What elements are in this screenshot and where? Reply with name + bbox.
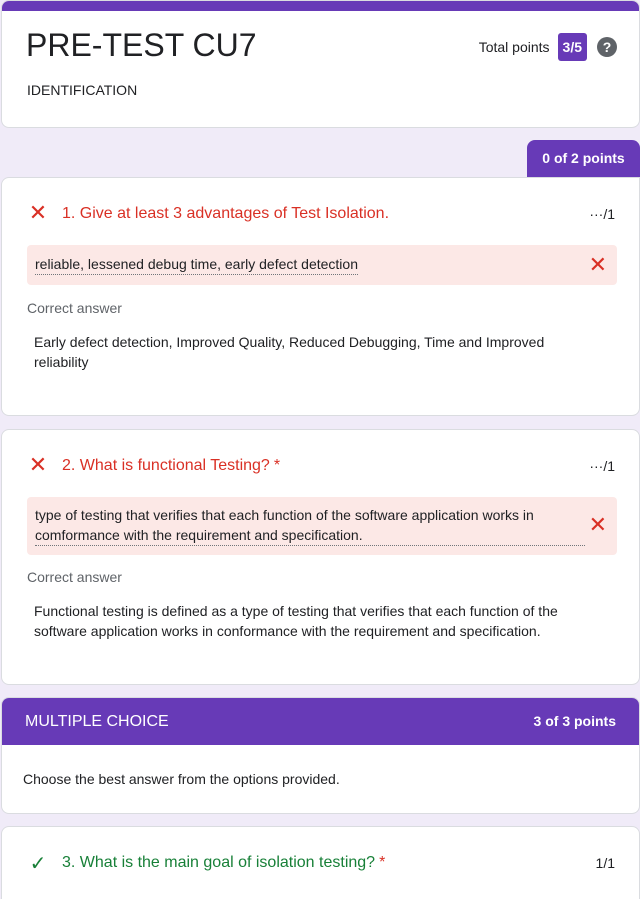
total-points: Total points 3/5 ?: [479, 33, 617, 61]
section-points-tab: 0 of 2 points: [527, 140, 640, 177]
correct-answer-text: Early defect detection, Improved Quality…: [34, 334, 545, 370]
incorrect-response-icon: ✕: [588, 253, 607, 278]
correct-check-icon: ✓: [29, 851, 47, 875]
form-header-card: PRE-TEST CU7 IDENTIFICATION Total points…: [1, 0, 640, 128]
incorrect-response-icon: ✕: [588, 513, 607, 538]
response-text: type of testing that verifies that each …: [35, 505, 585, 546]
question-score: ···/1: [589, 206, 615, 222]
question-title: 1. Give at least 3 advantages of Test Is…: [62, 205, 390, 222]
form-description: IDENTIFICATION: [27, 82, 138, 98]
response-box: reliable, lessened debug time, early def…: [27, 245, 617, 285]
question-header: ✕ 1. Give at least 3 advantages of Test …: [26, 202, 389, 226]
section-title-bar: MULTIPLE CHOICE 3 of 3 points: [2, 698, 639, 745]
response-text: reliable, lessened debug time, early def…: [35, 254, 358, 275]
correct-answer-label: Correct answer: [27, 300, 122, 316]
question-title: 3. What is the main goal of isolation te…: [62, 854, 376, 871]
total-points-badge: 3/5: [557, 33, 587, 61]
total-points-label: Total points: [478, 39, 550, 55]
question-card-1: ✕ 1. Give at least 3 advantages of Test …: [1, 177, 640, 416]
question-score: ···/1: [589, 458, 615, 474]
correct-answer-label: Correct answer: [27, 569, 122, 585]
incorrect-icon: ✕: [28, 453, 48, 478]
question-header: ✕ 2. What is functional Testing? *: [26, 454, 280, 478]
section-description: Choose the best answer from the options …: [23, 771, 340, 787]
required-marker: *: [379, 854, 386, 871]
question-score: 1/1: [595, 855, 615, 871]
correct-answer-text: Functional testing is defined as a type …: [34, 603, 558, 639]
question-header: ✓ 3. What is the main goal of isolation …: [26, 851, 386, 875]
accent-bar: [2, 1, 639, 11]
required-marker: *: [273, 457, 281, 474]
response-box: type of testing that verifies that each …: [27, 497, 617, 555]
question-card-3: ✓ 3. What is the main goal of isolation …: [1, 826, 640, 899]
section-header-card: MULTIPLE CHOICE 3 of 3 points Choose the…: [1, 697, 640, 814]
question-title: 2. What is functional Testing?: [62, 457, 270, 474]
form-title: PRE-TEST CU7: [26, 27, 257, 63]
section-title: MULTIPLE CHOICE: [25, 713, 169, 730]
incorrect-icon: ✕: [28, 201, 48, 226]
help-icon[interactable]: ?: [597, 37, 617, 57]
question-card-2: ✕ 2. What is functional Testing? * ···/1…: [1, 429, 640, 685]
section-points: 3 of 3 points: [533, 713, 616, 729]
